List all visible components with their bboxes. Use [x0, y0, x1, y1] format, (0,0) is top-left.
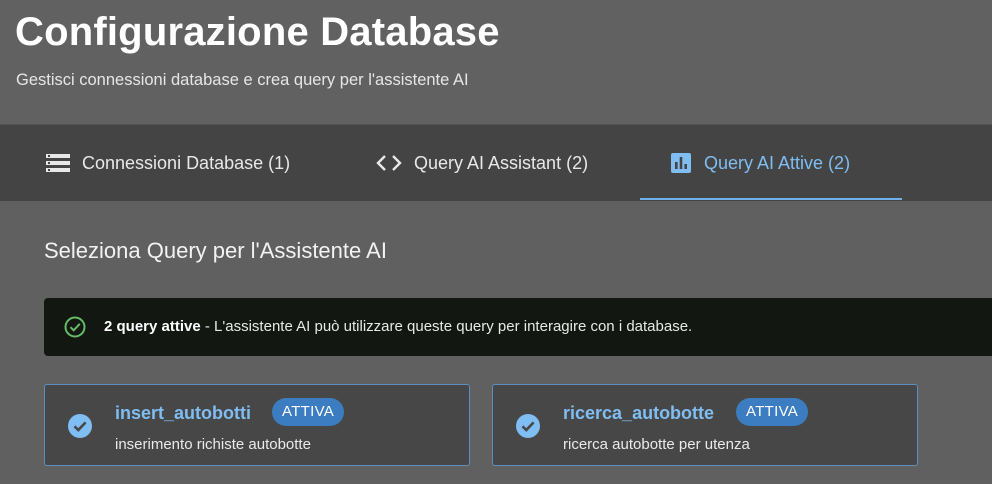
query-description: inserimento richiste autobotte: [115, 436, 311, 453]
tab-label: Connessioni Database (1): [82, 152, 291, 173]
tab-label: Query AI Assistant (2): [414, 152, 589, 173]
query-name: ricerca_autobotte: [563, 403, 715, 423]
alert-detail: - L'assistente AI può utilizzare queste …: [200, 318, 693, 335]
status-badge: ATTIVA: [736, 398, 809, 426]
bar-chart-icon: [670, 152, 692, 174]
page-subtitle: Gestisci connessioni database e crea que…: [16, 71, 469, 89]
query-name: insert_autobotti: [115, 403, 252, 423]
query-card-ricerca-autobotte[interactable]: ricerca_autobotte ATTIVA ricerca autobot…: [492, 384, 918, 466]
alert-count: 2 query attive: [104, 318, 201, 335]
query-description: ricerca autobotte per utenza: [563, 436, 750, 453]
tab-query-ai-assistant[interactable]: Query AI Assistant (2): [376, 125, 588, 201]
active-tab-indicator: [640, 198, 902, 200]
tab-label: Query AI Attive (2): [704, 152, 851, 173]
check-circle-icon: [64, 316, 86, 343]
status-badge: ATTIVA: [272, 398, 345, 426]
code-icon: [376, 154, 402, 172]
page-header: Configurazione Database Gestisci conness…: [0, 0, 992, 124]
database-list-icon: [46, 153, 70, 173]
tab-connessioni-database[interactable]: Connessioni Database (1): [46, 125, 290, 201]
check-circle-filled-icon: [67, 413, 93, 444]
alert-message: 2 query attive - L'assistente AI può uti…: [104, 317, 692, 337]
tab-query-ai-attive[interactable]: Query AI Attive (2): [670, 125, 850, 201]
success-alert: 2 query attive - L'assistente AI può uti…: [44, 298, 992, 356]
page-title: Configurazione Database: [15, 10, 500, 54]
tab-bar: Connessioni Database (1) Query AI Assist…: [0, 124, 992, 201]
check-circle-filled-icon: [515, 413, 541, 444]
section-title: Seleziona Query per l'Assistente AI: [44, 238, 387, 263]
query-card-insert-autobotti[interactable]: insert_autobotti ATTIVA inserimento rich…: [44, 384, 470, 466]
